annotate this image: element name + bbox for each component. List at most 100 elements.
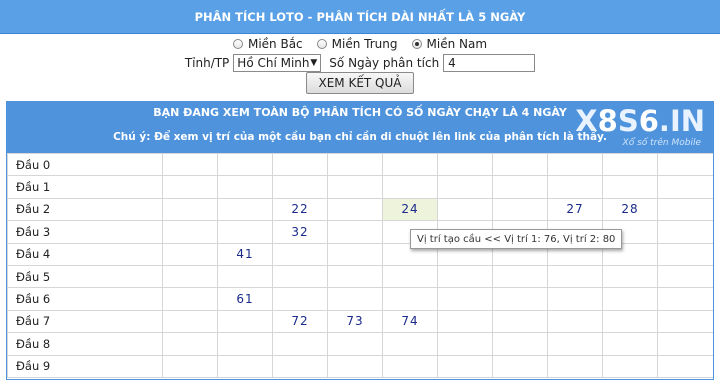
table-cell [272,152,328,177]
table-cell [162,264,218,289]
row-label: Đầu 8 [7,332,163,356]
table-cell [162,220,218,244]
loto-table: Đầu 0 Đầu 1 Đầu 2 22 24 27 28 Đầu 3 32 Đầu 4 41 Đầu… [7,152,713,378]
table-cell [547,354,603,378]
region-radio-group: Miền Bắc Miền Trung Miền Nam [0,34,720,54]
province-label: Tỉnh/TP [184,56,230,70]
table-cell [327,220,383,244]
analysis-link[interactable]: 72 [272,309,328,334]
region-radio-mien-bac[interactable]: Miền Bắc [232,37,303,51]
region-radio-mien-trung[interactable]: Miền Trung [316,37,398,51]
table-cell [547,287,603,311]
table-cell [162,332,218,356]
page-header: PHÂN TÍCH LOTO - PHÂN TÍCH DÀI NHẤT LÀ 5… [0,0,720,34]
table-row: Đầu 1 [7,175,713,199]
table-cell [657,332,713,356]
table-cell [437,332,493,356]
row-label: Đầu 5 [7,264,163,289]
province-select[interactable]: Hồ Chí Minh ▼ [233,54,322,72]
logo-wordmark: X8S6.IN [575,104,705,138]
table-cell [492,287,548,311]
table-cell [602,287,658,311]
days-label: Số Ngày phân tích [329,56,440,70]
table-cell [327,332,383,356]
table-cell [547,152,603,177]
table-cell [657,197,713,222]
table-cell [382,332,438,356]
table-cell [217,264,273,289]
analysis-link[interactable]: 41 [217,242,273,266]
table-row: Đầu 6 61 [7,287,713,311]
table-row: Đầu 8 [7,332,713,356]
days-input[interactable]: 4 [443,54,536,72]
table-cell [547,309,603,334]
table-cell [437,309,493,334]
dropdown-arrow-icon: ▼ [310,58,318,68]
table-cell [602,152,658,177]
page-title: PHÂN TÍCH LOTO - PHÂN TÍCH DÀI NHẤT LÀ 5… [194,9,526,24]
analysis-link[interactable]: 32 [272,220,328,244]
table-cell [327,354,383,378]
region-label: Miền Bắc [247,37,303,51]
table-cell [437,152,493,177]
table-cell [327,264,383,289]
table-cell [437,197,493,222]
table-cell [162,354,218,378]
table-cell [492,332,548,356]
table-cell [327,152,383,177]
table-cell [657,264,713,289]
table-cell [547,264,603,289]
table-cell [657,152,713,177]
analysis-link[interactable]: 28 [602,197,658,222]
radio-icon[interactable] [316,39,327,49]
row-label: Đầu 0 [7,152,163,177]
analysis-link[interactable]: 61 [217,287,273,311]
table-cell [272,354,328,378]
table-cell [437,175,493,199]
table-cell [602,175,658,199]
table-cell [547,332,603,356]
table-cell [162,287,218,311]
table-cell [217,354,273,378]
table-cell [492,197,548,222]
table-cell [217,220,273,244]
table-cell [602,332,658,356]
table-cell [492,264,548,289]
analysis-link[interactable]: 24 [382,197,438,222]
site-logo: X8S6.IN Xổ số trên Mobile [555,106,705,150]
region-label: Miền Trung [331,37,398,51]
table-cell [217,197,273,222]
table-cell [162,152,218,177]
table-cell [602,354,658,378]
row-label: Đầu 7 [7,309,163,334]
region-radio-mien-nam[interactable]: Miền Nam [411,37,487,51]
table-cell [382,354,438,378]
row-label: Đầu 9 [7,354,163,378]
table-cell [382,175,438,199]
table-cell [657,175,713,199]
analysis-link[interactable]: 22 [272,197,328,222]
row-label: Đầu 3 [7,220,163,244]
table-cell [272,264,328,289]
table-cell [162,175,218,199]
view-results-button[interactable]: XEM KẾT QUẢ [306,72,414,94]
table-cell [162,242,218,266]
table-cell [657,242,713,266]
table-cell [437,264,493,289]
radio-icon[interactable] [232,39,243,49]
analysis-link[interactable]: 27 [547,197,603,222]
analysis-link[interactable]: 73 [327,309,383,334]
table-cell [272,287,328,311]
table-cell [327,287,383,311]
analysis-link[interactable]: 74 [382,309,438,334]
table-cell [162,309,218,334]
logo-tagline: Xổ số trên Mobile [622,138,701,148]
table-cell [217,175,273,199]
table-cell [657,220,713,244]
table-cell [327,175,383,199]
row-label: Đầu 6 [7,287,163,311]
table-cell [272,332,328,356]
radio-checked-icon[interactable] [411,39,422,49]
row-label: Đầu 2 [7,197,163,222]
table-cell [492,152,548,177]
